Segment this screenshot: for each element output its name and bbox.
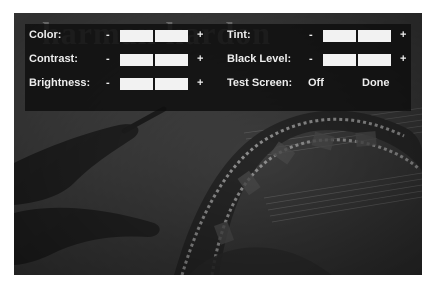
test-screen-toggle[interactable]: Off <box>308 76 324 90</box>
slider-segment <box>358 30 391 42</box>
tv-screen: harman kardon Color: - + Contrast: - + B… <box>14 13 422 275</box>
slider-segment <box>120 54 153 66</box>
black-level-slider[interactable] <box>323 54 391 66</box>
tint-slider[interactable] <box>323 30 391 42</box>
setting-label: Color: <box>29 29 62 41</box>
increase-button[interactable]: + <box>197 28 203 42</box>
slider-segment <box>155 30 188 42</box>
decrease-button[interactable]: - <box>309 28 313 42</box>
decrease-button[interactable]: - <box>106 52 110 66</box>
slider-segment <box>323 30 356 42</box>
slider-segment <box>120 78 153 90</box>
slider-segment <box>358 54 391 66</box>
slider-segment <box>155 78 188 90</box>
contrast-slider[interactable] <box>120 54 188 66</box>
setting-label: Test Screen: <box>227 77 293 89</box>
increase-button[interactable]: + <box>197 52 203 66</box>
slider-segment <box>120 30 153 42</box>
decrease-button[interactable]: - <box>106 76 110 90</box>
color-slider[interactable] <box>120 30 188 42</box>
setting-label: Contrast: <box>29 53 78 65</box>
increase-button[interactable]: + <box>197 76 203 90</box>
slider-segment <box>323 54 356 66</box>
setting-label: Brightness: <box>29 77 91 89</box>
setting-label: Tint: <box>227 29 251 41</box>
setting-label: Black Level: <box>227 53 292 65</box>
decrease-button[interactable]: - <box>106 28 110 42</box>
decrease-button[interactable]: - <box>309 52 313 66</box>
picture-settings-panel: Color: - + Contrast: - + Brightness: - +… <box>25 24 411 111</box>
increase-button[interactable]: + <box>400 28 406 42</box>
increase-button[interactable]: + <box>400 52 406 66</box>
slider-segment <box>155 54 188 66</box>
brightness-slider[interactable] <box>120 78 188 90</box>
done-button[interactable]: Done <box>362 76 390 90</box>
